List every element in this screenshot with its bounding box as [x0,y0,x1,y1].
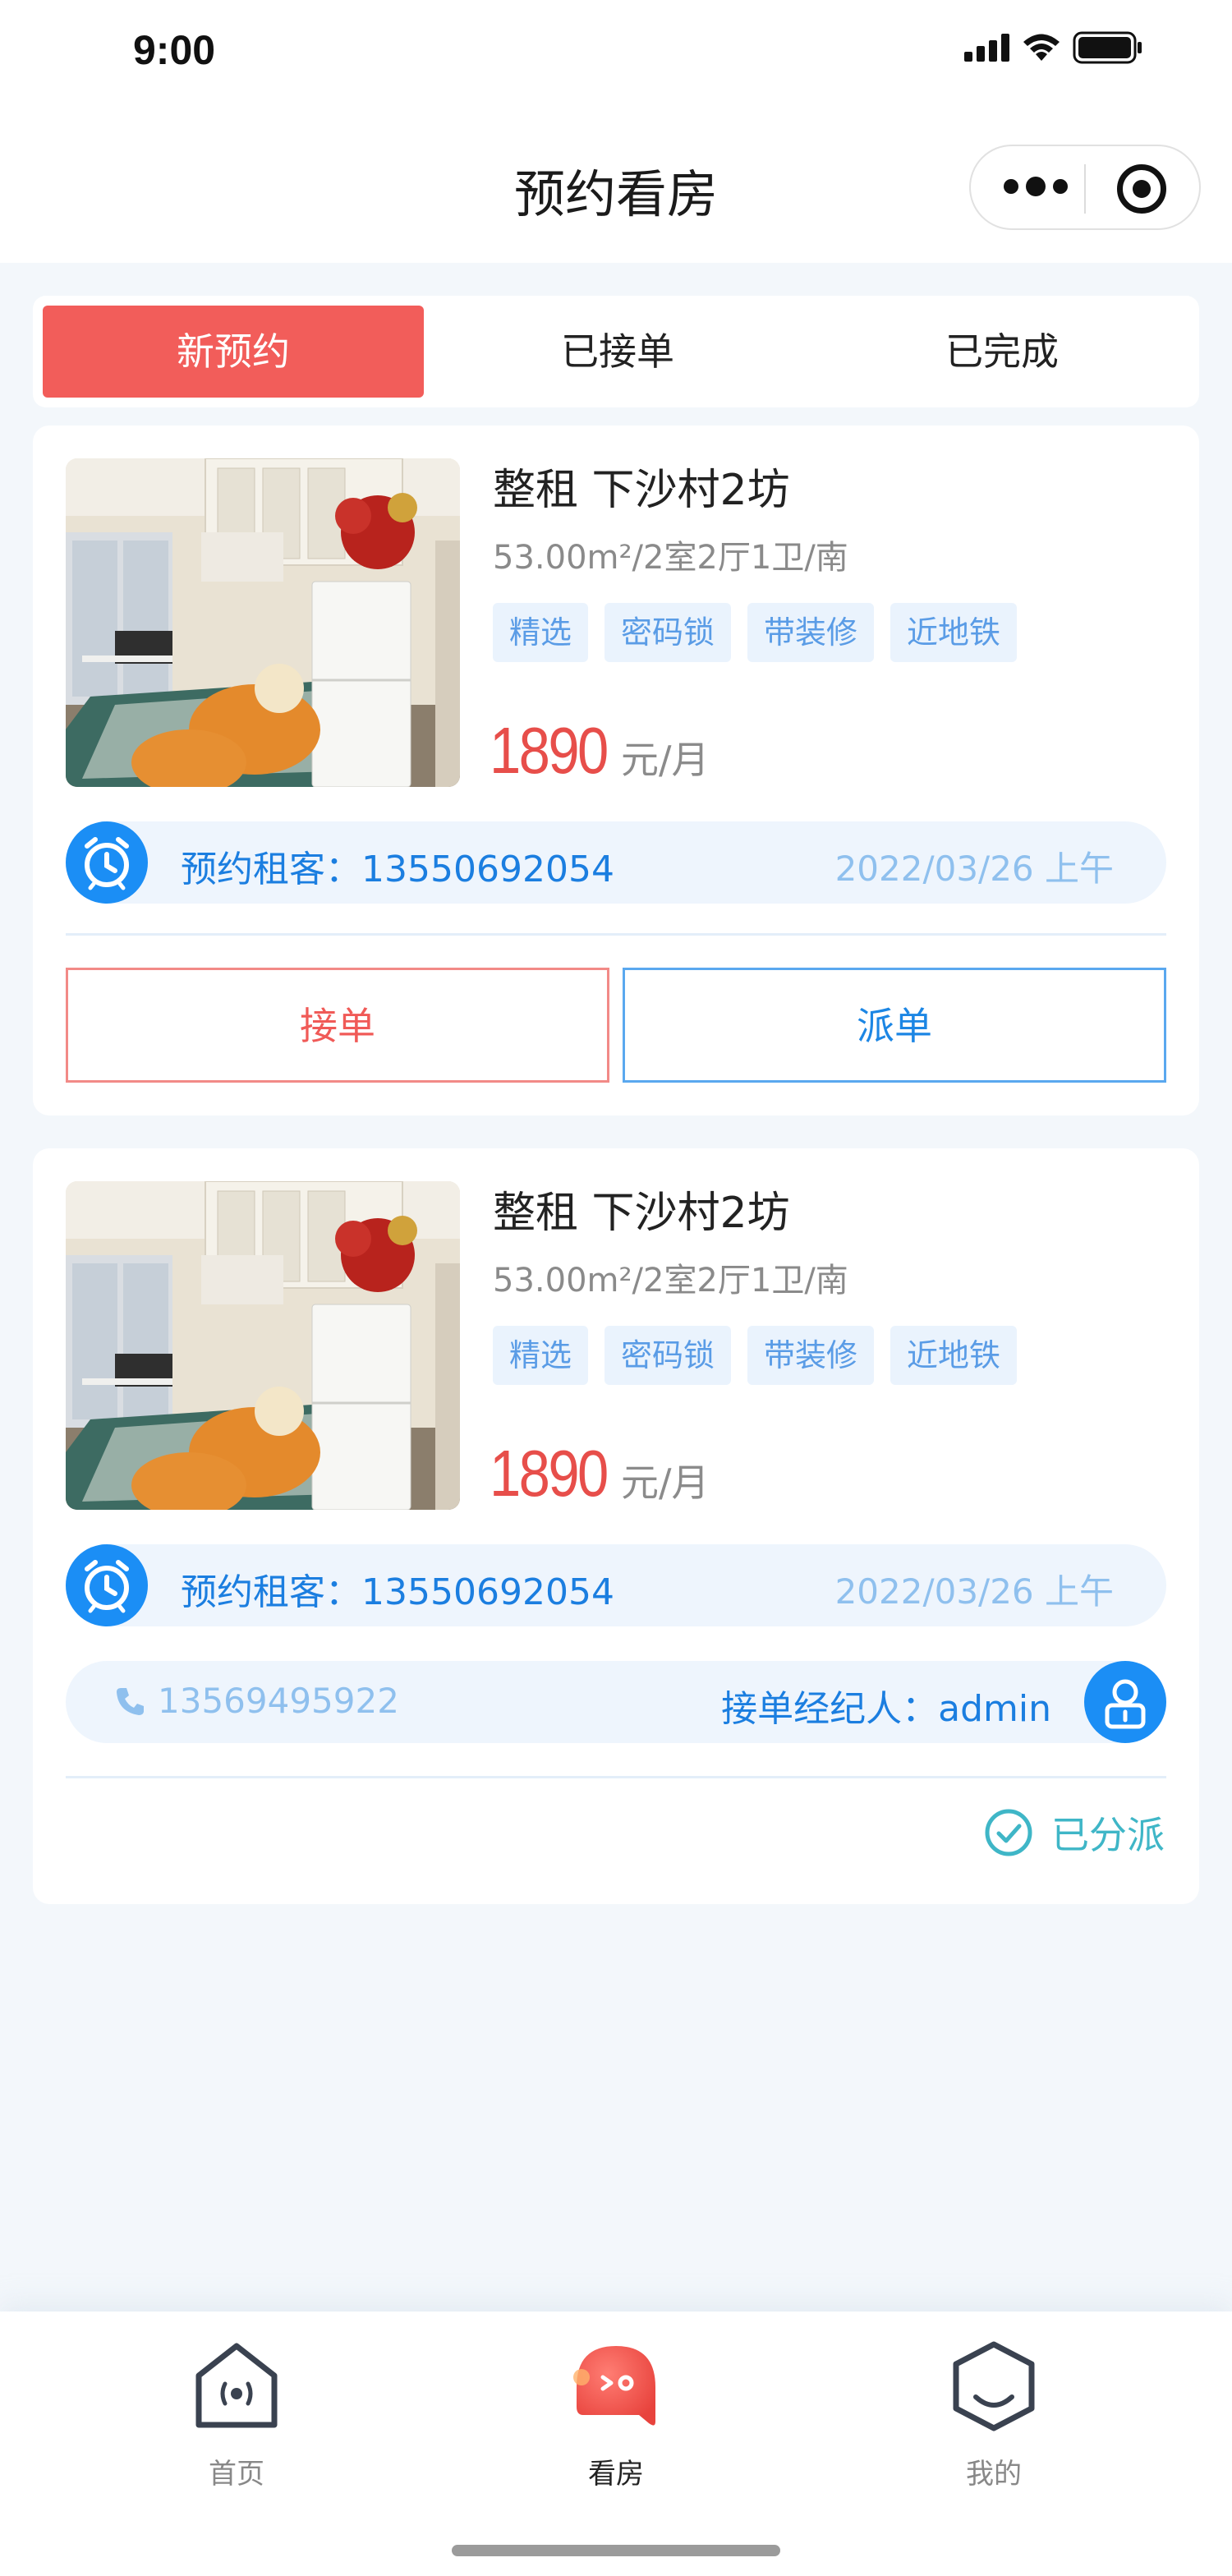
tag: 带装修 [747,603,875,662]
tenant-phone: 预约租客：13550692054 [181,849,614,890]
tabbar-label: 看房 [588,2458,644,2491]
agent-avatar-icon [1084,1661,1166,1743]
tab-accepted[interactable]: 已接单 [427,306,808,398]
dispatch-order-button[interactable]: 派单 [623,968,1166,1083]
home-indicator [452,2545,780,2556]
status-tabs: 新预约 已接单 已完成 [33,296,1199,407]
tenant-row: 预约租客：13550692054 2022/03/26 上午 [66,821,1166,904]
listing-tags: 精选 密码锁 带装修 近地铁 [493,1326,1018,1385]
listing-price: 1890 元/月 [490,1436,709,1511]
capsule-divider [1084,164,1086,214]
listing-title: 整租 下沙村2坊 [493,1189,790,1238]
wifi-icon [1023,34,1060,61]
listing-photo[interactable] [66,1181,460,1510]
check-circle-icon [985,1809,1032,1856]
tab-completed[interactable]: 已完成 [811,306,1193,398]
tag: 近地铁 [890,1326,1018,1385]
bottom-tabbar: 首页 看房 我的 [0,2312,1232,2576]
accept-order-button[interactable]: 接单 [66,968,609,1083]
header: 9:00 预约看房 [0,0,1232,263]
listing-title: 整租 下沙村2坊 [493,466,790,515]
tabbar-item-home[interactable]: 首页 [154,2336,319,2491]
agent-phone-number: 13569495922 [158,1681,399,1721]
tenant-phone: 预约租客：13550692054 [181,1571,614,1613]
miniprogram-capsule [969,145,1201,230]
listing-photo[interactable] [66,458,460,787]
tag: 密码锁 [605,1326,732,1385]
appointment-card[interactable]: 整租 下沙村2坊 53.00m²/2室2厅1卫/南 精选 密码锁 带装修 近地铁… [33,1148,1199,1904]
phone-icon [117,1687,144,1715]
home-icon [195,2343,278,2428]
profile-icon [953,2341,1035,2431]
tabbar-item-viewing[interactable]: 看房 [534,2336,698,2491]
dispatched-status: 已分派 [984,1806,1165,1860]
card-divider [66,933,1166,936]
listing-spec: 53.00m²/2室2厅1卫/南 [493,1262,848,1300]
alarm-clock-icon [66,1544,148,1626]
tenant-row: 预约租客：13550692054 2022/03/26 上午 [66,1544,1166,1626]
tabbar-item-mine[interactable]: 我的 [912,2336,1076,2491]
appointment-card[interactable]: 整租 下沙村2坊 53.00m²/2室2厅1卫/南 精选 密码锁 带装修 近地铁… [33,426,1199,1116]
listing-tags: 精选 密码锁 带装修 近地铁 [493,603,1018,662]
tag: 精选 [493,603,589,662]
tag: 带装修 [747,1326,875,1385]
appointment-date: 2022/03/26 上午 [834,849,1114,889]
price-unit: 元/月 [620,1460,710,1505]
price-unit: 元/月 [620,738,710,782]
tabbar-label: 首页 [209,2458,264,2491]
tab-new-appointment[interactable]: 新预约 [43,306,424,398]
agent-name: 接单经纪人：admin [721,1688,1051,1730]
price-value: 1890 [490,714,609,787]
card-divider [66,1776,1166,1778]
tag: 近地铁 [890,603,1018,662]
tabbar-label: 我的 [966,2458,1022,2491]
status-time: 9:00 [133,27,216,73]
signal-icon [964,34,1009,62]
tag: 密码锁 [605,603,732,662]
appointment-date: 2022/03/26 上午 [834,1571,1114,1612]
agent-phone[interactable]: 13569495922 [113,1681,399,1721]
close-target-icon[interactable] [1117,164,1166,214]
battery-icon [1073,31,1142,64]
agent-row: 13569495922 接单经纪人：admin [66,1661,1166,1743]
listing-price: 1890 元/月 [490,713,709,789]
status-icons [964,31,1143,64]
more-icon[interactable] [1004,177,1068,196]
tag: 精选 [493,1326,589,1385]
price-value: 1890 [490,1437,609,1510]
alarm-clock-icon [66,821,148,904]
listing-spec: 53.00m²/2室2厅1卫/南 [493,539,848,577]
status-label: 已分派 [1051,1813,1165,1857]
viewing-mascot-icon [573,2346,655,2426]
